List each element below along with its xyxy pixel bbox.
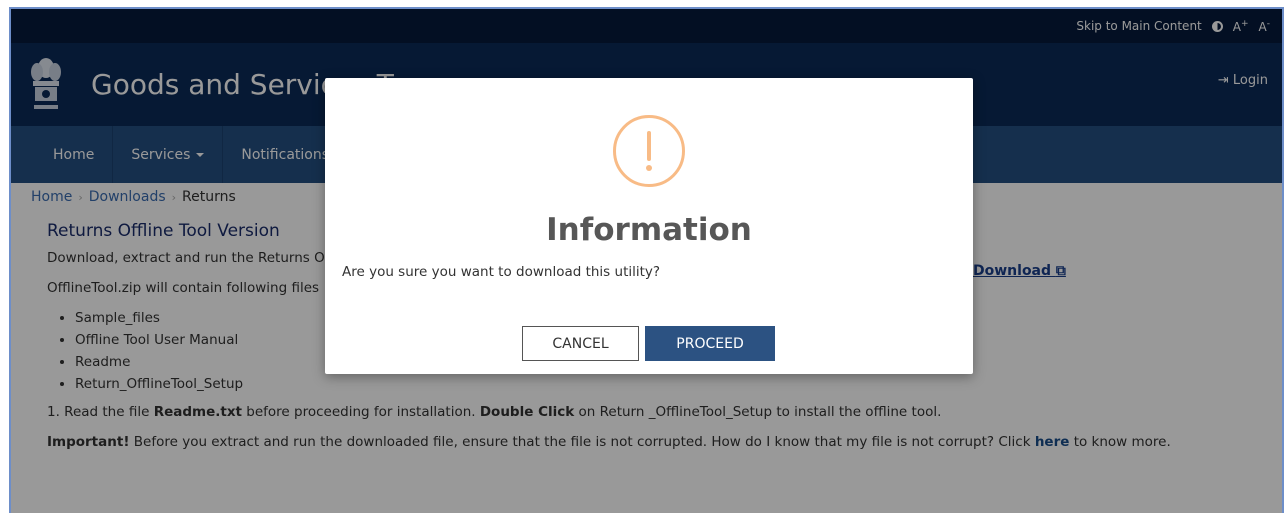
proceed-button[interactable]: PROCEED [645,326,775,361]
warning-icon [613,115,685,187]
dialog-title: Information [546,212,752,248]
information-dialog: Information Are you sure you want to dow… [325,78,973,374]
cancel-button[interactable]: CANCEL [522,326,639,361]
dialog-message: Are you sure you want to download this u… [342,264,661,280]
browser-page: Skip to Main Content A+ A- Goods and Ser… [9,7,1284,513]
